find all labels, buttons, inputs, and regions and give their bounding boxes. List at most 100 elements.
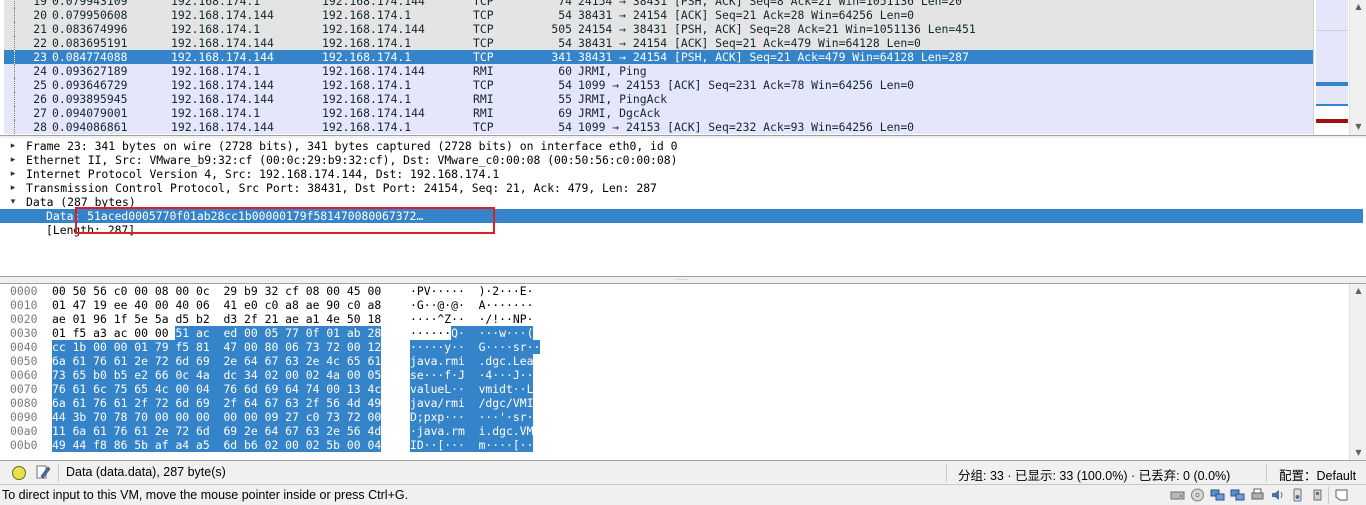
hex-dump[interactable]: 76 61 6c 75 65 4c 00 04 76 6d 69 64 74 0…	[52, 382, 382, 396]
packet-length: 55	[558, 92, 572, 106]
scroll-up-arrow-icon[interactable]: ▲	[1350, 0, 1366, 14]
packet-time: 0.093895945	[52, 92, 128, 106]
message-log-icon[interactable]	[1334, 488, 1349, 502]
byte-offset: 00b0	[10, 438, 38, 452]
packet-row[interactable]: 19 0.079943109 192.168.174.1 192.168.174.14…	[4, 0, 1313, 8]
packet-length: 60	[558, 64, 572, 78]
collapsed-arrow-icon[interactable]: ▸	[8, 139, 18, 153]
packet-list-scrollbar[interactable]: ▲ ▼	[1349, 0, 1366, 135]
printer-icon[interactable]	[1250, 488, 1265, 502]
hex-dump[interactable]: ae 01 96 1f 5e 5a d5 b2 d3 2f 21 ae a1 4…	[52, 312, 381, 326]
hex-bytes: 00 50 56 c0 00 08 00 0c 29 b9 32 cf 08 0…	[52, 284, 382, 298]
ascii-dump[interactable]: ·G··@·@· A·······	[410, 298, 533, 312]
detail-tree-label: Internet Protocol Version 4, Src: 192.16…	[26, 167, 500, 181]
packet-number: 24	[33, 64, 47, 78]
ascii-dump[interactable]: java.rmi .dgc.Lea	[410, 354, 534, 368]
packet-info: JRMI, Ping	[578, 64, 647, 78]
packet-row[interactable]: 24 0.093627189 192.168.174.1 192.168.174.14…	[4, 64, 1313, 78]
capture-comment-icon[interactable]	[35, 464, 51, 480]
ascii-dump[interactable]: ····^Z·· ·/!··NP·	[410, 312, 533, 326]
hex-dump[interactable]: 73 65 b0 b5 e2 66 0c 4a dc 34 02 00 02 4…	[52, 368, 382, 382]
detail-tree-item[interactable]: ▸ Ethernet II, Src: VMware_b9:32:cf (00:0…	[0, 153, 1363, 167]
packet-protocol: RMI	[473, 64, 494, 78]
packet-bytes-pane[interactable]: 0000 00 50 56 c0 00 08 00 0c 29 b9 32 cf …	[0, 283, 1366, 461]
ascii-chars-highlighted: java/rmi /dgc/VMI	[410, 396, 534, 410]
hard-disk-icon[interactable]	[1170, 488, 1185, 502]
scroll-down-arrow-icon[interactable]: ▼	[1350, 120, 1366, 134]
packet-protocol: TCP	[473, 8, 494, 22]
packet-length: 69	[558, 106, 572, 120]
expanded-arrow-icon[interactable]: ▾	[8, 195, 18, 209]
hex-bytes-highlighted: 11 6a 61 76 61 2e 72 6d 69 2e 64 67 63 2…	[52, 424, 382, 438]
packet-row[interactable]: 22 0.083695191 192.168.174.144 192.168.174.…	[4, 36, 1313, 50]
packet-protocol: TCP	[473, 50, 494, 64]
ascii-dump[interactable]: D;pxp··· ···'·sr·	[410, 410, 534, 424]
ascii-chars-highlighted: D;pxp··· ···'·sr·	[410, 410, 534, 424]
scroll-up-arrow-icon[interactable]: ▲	[1350, 284, 1366, 298]
collapsed-arrow-icon[interactable]: ▸	[8, 167, 18, 181]
ascii-dump[interactable]: se···f·J ·4···J··	[410, 368, 534, 382]
bytes-scrollbar[interactable]: ▲ ▼	[1349, 284, 1366, 460]
cd-dvd-icon[interactable]	[1190, 488, 1205, 502]
packet-list-minimap[interactable]	[1313, 0, 1349, 135]
ascii-dump[interactable]: ·PV····· )·2···E·	[410, 284, 533, 298]
packet-length: 54	[558, 8, 572, 22]
packet-row[interactable]: 20 0.079950608 192.168.174.144 192.168.174.…	[4, 8, 1313, 22]
hex-dump[interactable]: 01 f5 a3 ac 00 00 51 ac ed 00 05 77 0f 0…	[52, 326, 382, 340]
hex-bytes-highlighted: 76 61 6c 75 65 4c 00 04 76 6d 69 64 74 0…	[52, 382, 382, 396]
hex-bytes: ae 01 96 1f 5e 5a d5 b2 d3 2f 21 ae a1 4…	[52, 312, 382, 326]
packet-info: 38431 → 24154 [ACK] Seq=21 Ack=479 Win=6…	[578, 36, 921, 50]
ascii-dump[interactable]: ······Q· ···w···(	[410, 326, 534, 340]
byte-offset: 0010	[10, 298, 38, 312]
usb-device-icon[interactable]	[1290, 488, 1305, 502]
hex-dump[interactable]: cc 1b 00 00 01 79 f5 81 47 00 80 06 73 7…	[52, 340, 382, 354]
removable-device-icon[interactable]	[1310, 488, 1325, 502]
ascii-dump[interactable]: ID··[··· m····[··	[410, 438, 534, 452]
hex-bytes-highlighted: 73 65 b0 b5 e2 66 0c 4a dc 34 02 00 02 4…	[52, 368, 382, 382]
detail-tree-item[interactable]: ▸ Frame 23: 341 bytes on wire (2728 bits)…	[0, 139, 1363, 153]
packet-time: 0.083674996	[52, 22, 128, 36]
scroll-down-arrow-icon[interactable]: ▼	[1350, 446, 1366, 460]
collapsed-arrow-icon[interactable]: ▸	[8, 153, 18, 167]
hex-dump[interactable]: 00 50 56 c0 00 08 00 0c 29 b9 32 cf 08 0…	[52, 284, 381, 298]
sound-card-icon[interactable]	[1270, 488, 1285, 502]
packet-source: 192.168.174.144	[171, 78, 274, 92]
ascii-dump[interactable]: java/rmi /dgc/VMI	[410, 396, 534, 410]
hex-dump[interactable]: 01 47 19 ee 40 00 40 06 41 e0 c0 a8 ae 9…	[52, 298, 381, 312]
hex-bytes: 01 f5 a3 ac 00 00	[52, 326, 176, 340]
hex-dump[interactable]: 6a 61 76 61 2f 72 6d 69 2f 64 67 63 2f 5…	[52, 396, 382, 410]
profile-selector[interactable]: 配置：Default	[1279, 465, 1356, 484]
network-adapter-icon[interactable]	[1210, 488, 1225, 502]
detail-tree-label: Ethernet II, Src: VMware_b9:32:cf (00:0c…	[26, 153, 678, 167]
hex-dump[interactable]: 11 6a 61 76 61 2e 72 6d 69 2e 64 67 63 2…	[52, 424, 382, 438]
collapsed-arrow-icon[interactable]: ▸	[8, 181, 18, 195]
byte-offset: 00a0	[10, 424, 38, 438]
hex-dump[interactable]: 49 44 f8 86 5b af a4 a5 6d b6 02 00 02 5…	[52, 438, 382, 452]
packet-time: 0.094079001	[52, 106, 128, 120]
packet-length: 505	[551, 22, 572, 36]
ascii-dump[interactable]: ·····y·· G····sr··	[410, 340, 541, 354]
packet-list-rows: 19 0.079943109 192.168.174.1 192.168.174.14…	[4, 0, 1313, 134]
packet-row[interactable]: 26 0.093895945 192.168.174.144 192.168.174.…	[4, 92, 1313, 106]
ascii-chars-highlighted: java.rmi .dgc.Lea	[410, 354, 534, 368]
packet-destination: 192.168.174.144	[322, 0, 425, 8]
network-adapter-icon[interactable]	[1230, 488, 1245, 502]
detail-tree-item[interactable]: ▸ Internet Protocol Version 4, Src: 192.1…	[0, 167, 1363, 181]
ascii-dump[interactable]: ·java.rm i.dgc.VM	[410, 424, 534, 438]
hex-dump[interactable]: 6a 61 76 61 2e 72 6d 69 2e 64 67 63 2e 4…	[52, 354, 382, 368]
packet-length: 54	[558, 36, 572, 50]
packet-source: 192.168.174.1	[171, 64, 261, 78]
packet-info: JRMI, PingAck	[578, 92, 668, 106]
packet-row[interactable]: 21 0.083674996 192.168.174.1 192.168.174.14…	[4, 22, 1313, 36]
packet-row[interactable]: 23 0.084774088 192.168.174.144 192.168.174.…	[4, 50, 1313, 64]
packet-row[interactable]: 28 0.094086861 192.168.174.144 192.168.174.…	[4, 120, 1313, 134]
packet-time: 0.079950608	[52, 8, 128, 22]
ascii-dump[interactable]: valueL·· vmidt··L	[410, 382, 534, 396]
packet-list-pane[interactable]: 19 0.079943109 192.168.174.1 192.168.174.14…	[0, 0, 1366, 136]
detail-tree-item[interactable]: ▸ Transmission Control Protocol, Src Port…	[0, 181, 1363, 195]
hex-dump[interactable]: 44 3b 70 78 70 00 00 00 00 00 09 27 c0 7…	[52, 410, 382, 424]
packet-row[interactable]: 27 0.094079001 192.168.174.1 192.168.174.14…	[4, 106, 1313, 120]
packet-row[interactable]: 25 0.093646729 192.168.174.144 192.168.174.…	[4, 78, 1313, 92]
hex-bytes-highlighted: 6a 61 76 61 2e 72 6d 69 2e 64 67 63 2e 4…	[52, 354, 382, 368]
expert-info-led-icon[interactable]	[12, 466, 26, 480]
